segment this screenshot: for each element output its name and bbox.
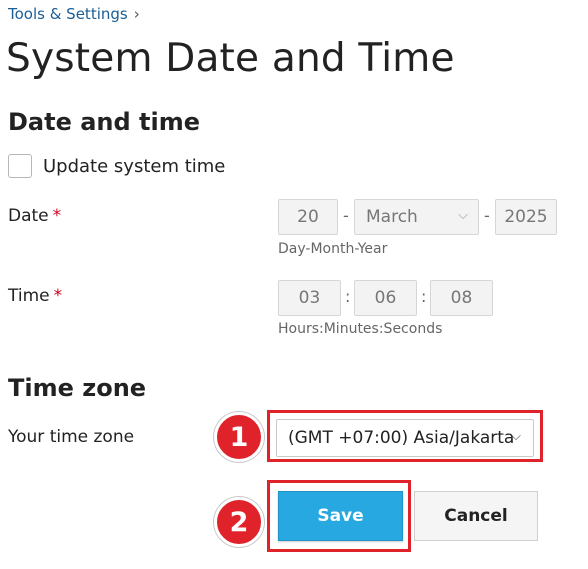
update-system-time-label[interactable]: Update system time <box>43 156 225 177</box>
time-zone-select-value: (GMT +07:00) Asia/Jakarta <box>288 428 515 448</box>
chevron-down-icon: ⌵ <box>511 429 521 444</box>
month-select[interactable]: March ⌵ <box>354 199 479 235</box>
time-separator: : <box>421 287 427 306</box>
required-mark: * <box>52 206 62 226</box>
seconds-input[interactable]: 08 <box>430 280 493 316</box>
month-select-value: March <box>366 207 418 227</box>
section-title-time-zone: Time zone <box>8 374 147 402</box>
save-button[interactable]: Save <box>278 491 403 541</box>
cancel-button[interactable]: Cancel <box>414 491 538 541</box>
date-format-hint: Day-Month-Year <box>278 241 388 257</box>
year-input[interactable]: 2025 <box>495 199 557 235</box>
time-label-text: Time <box>8 286 50 306</box>
chevron-down-icon: ⌵ <box>458 208 468 223</box>
required-mark: * <box>53 286 63 306</box>
step-badge-1: 1 <box>214 412 264 462</box>
time-zone-label: Your time zone <box>8 427 135 447</box>
update-system-time-checkbox[interactable] <box>8 154 32 178</box>
chevron-right-icon: › <box>133 5 140 23</box>
breadcrumb-link-tools-settings[interactable]: Tools & Settings <box>8 5 128 23</box>
minutes-input[interactable]: 06 <box>354 280 417 316</box>
page-title: System Date and Time <box>6 36 455 81</box>
hours-input[interactable]: 03 <box>278 280 341 316</box>
section-title-date-and-time: Date and time <box>8 108 201 136</box>
time-separator: : <box>345 287 351 306</box>
day-input[interactable]: 20 <box>278 199 338 235</box>
time-format-hint: Hours:Minutes:Seconds <box>278 321 443 337</box>
time-label: Time * <box>8 286 62 306</box>
date-separator: - <box>484 206 490 225</box>
date-separator: - <box>343 206 349 225</box>
date-label-text: Date <box>8 206 49 226</box>
step-badge-2: 2 <box>214 497 264 547</box>
date-label: Date * <box>8 206 61 226</box>
time-zone-select[interactable]: (GMT +07:00) Asia/Jakarta ⌵ <box>276 419 534 457</box>
breadcrumb: Tools & Settings › <box>8 5 140 23</box>
